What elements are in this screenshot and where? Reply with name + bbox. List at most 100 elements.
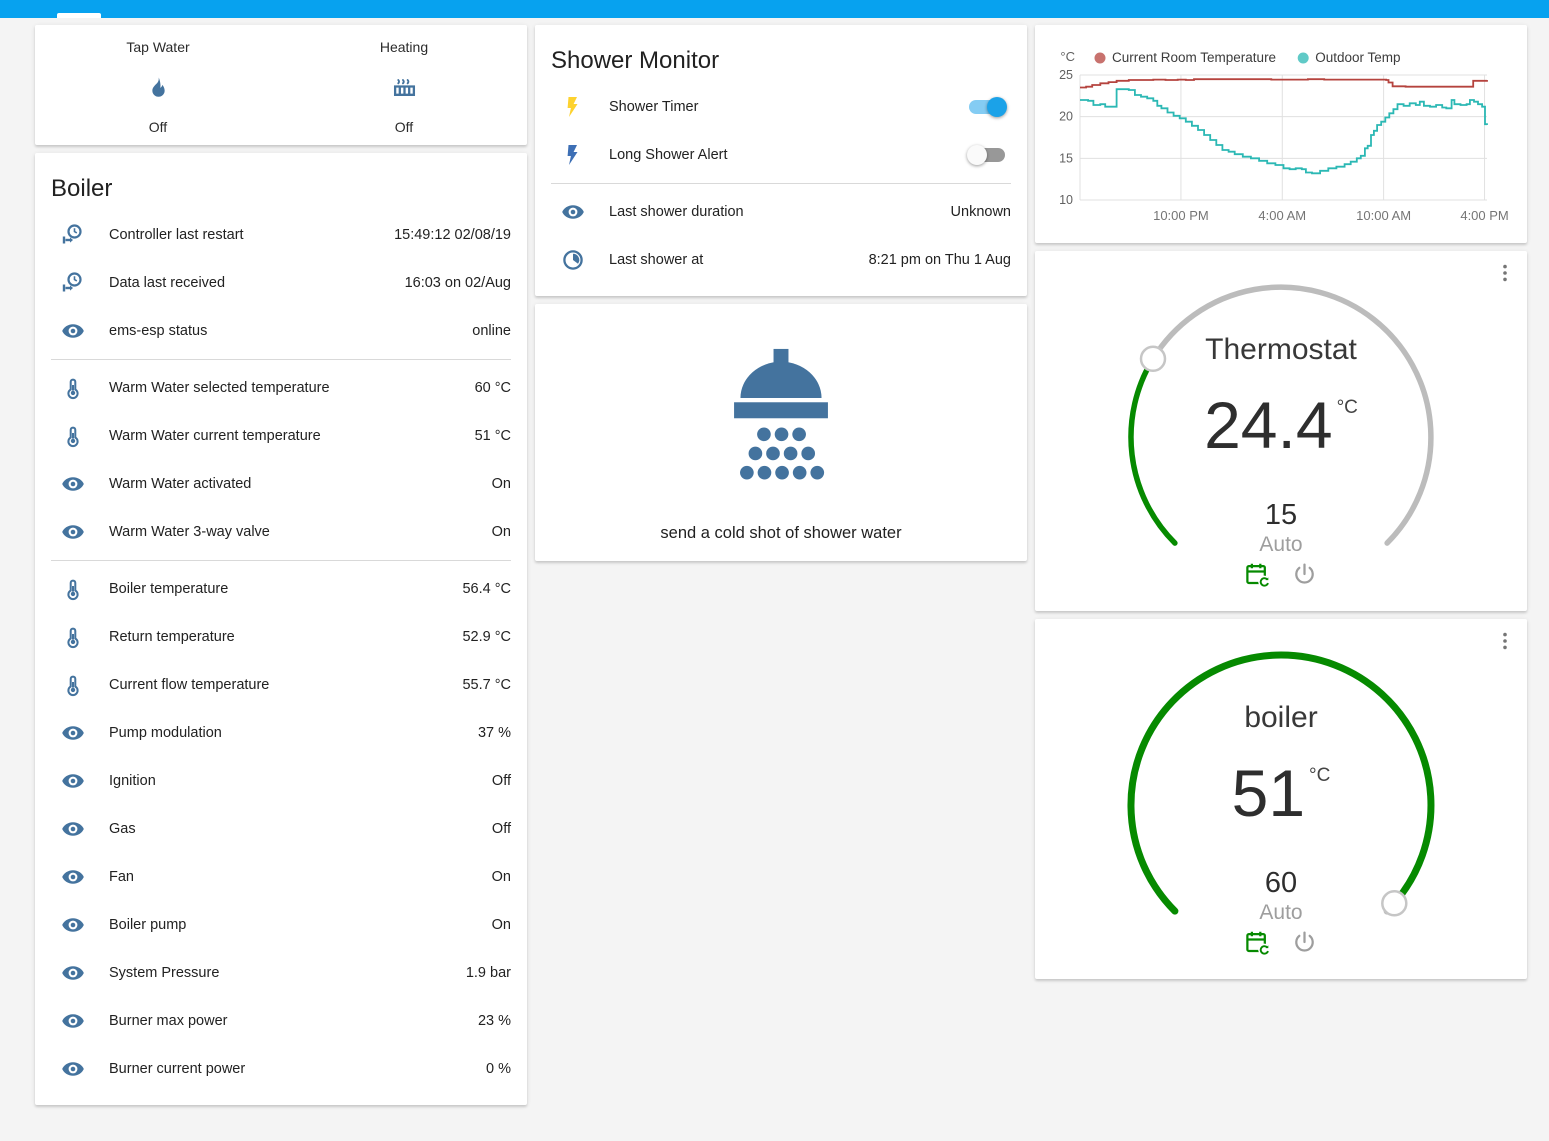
divider: [51, 560, 511, 561]
boiler-current-temp: 51: [1232, 751, 1305, 837]
flash-icon: [561, 143, 585, 167]
app-header-bar: [0, 0, 1549, 18]
toggle-knob[interactable]: [967, 145, 987, 165]
entity-value: 0 %: [486, 1061, 511, 1077]
entity-row-boiler-pump[interactable]: Boiler pumpOn: [51, 901, 511, 949]
entity-row-fan[interactable]: FanOn: [51, 853, 511, 901]
thermometer-icon: [61, 577, 85, 601]
shower-cold-shot-card[interactable]: send a cold shot of shower water: [535, 304, 1027, 561]
entity-label: Boiler pump: [109, 917, 492, 933]
power-icon[interactable]: [1291, 929, 1318, 956]
boiler-dial-card: boiler 51 °C 60 Auto: [1035, 619, 1527, 979]
entity-row-pump-modulation[interactable]: Pump modulation37 %: [51, 709, 511, 757]
power-icon[interactable]: [1291, 561, 1318, 588]
glance-item-tap-water[interactable]: Tap WaterOff: [35, 39, 281, 135]
legend-dot: [1095, 53, 1106, 64]
series-line-current-room-temperature: [1080, 79, 1487, 87]
toggle-knob[interactable]: [987, 97, 1007, 117]
active-view-tab[interactable]: [57, 13, 101, 18]
entity-row-shower-timer[interactable]: Shower Timer: [551, 83, 1011, 131]
thermostat-current-temp: 24.4: [1204, 383, 1332, 469]
entity-label: System Pressure: [109, 965, 466, 981]
boiler-card: Boiler Controller last restart15:49:12 0…: [35, 153, 527, 1105]
boiler-dial-title: boiler: [1121, 701, 1441, 735]
entity-row-last-shower-duration[interactable]: Last shower durationUnknown: [551, 188, 1011, 236]
entity-value: 55.7 °C: [462, 677, 511, 693]
entity-row-ems-esp-status[interactable]: ems-esp statusonline: [51, 307, 511, 355]
legend-dot: [1298, 53, 1309, 64]
y-tick-label: 10: [1059, 193, 1073, 207]
divider: [551, 183, 1011, 184]
eye-icon: [61, 865, 85, 889]
entity-row-warm-water-3-way-valve[interactable]: Warm Water 3-way valveOn: [51, 508, 511, 556]
glance-card: Tap WaterOff Heating Off: [35, 25, 527, 145]
y-tick-label: 20: [1059, 110, 1073, 124]
entity-label: Controller last restart: [109, 227, 394, 243]
entity-value: 16:03 on 02/Aug: [405, 275, 511, 291]
clock-start-icon: [61, 223, 85, 247]
entity-row-warm-water-selected-temperature[interactable]: Warm Water selected temperature60 °C: [51, 364, 511, 412]
entity-row-system-pressure[interactable]: System Pressure1.9 bar: [51, 949, 511, 997]
x-tick-label: 4:00 AM: [1258, 208, 1306, 223]
entity-row-burner-current-power[interactable]: Burner current power0 %: [51, 1045, 511, 1093]
entity-row-gas[interactable]: GasOff: [51, 805, 511, 853]
entity-row-last-shower-at[interactable]: Last shower at8:21 pm on Thu 1 Aug: [551, 236, 1011, 284]
more-options-icon[interactable]: [1493, 629, 1517, 653]
entity-label: Current flow temperature: [109, 677, 462, 693]
x-tick-label: 10:00 AM: [1356, 208, 1411, 223]
y-tick-label: 25: [1059, 68, 1073, 82]
divider: [51, 359, 511, 360]
glance-label: Tap Water: [126, 39, 189, 55]
calendar-sync-icon[interactable]: [1244, 929, 1271, 956]
boiler-target-temp: 60: [1121, 867, 1441, 900]
glance-item-heating[interactable]: Heating Off: [281, 39, 527, 135]
entity-label: Shower Timer: [609, 99, 969, 115]
radiator-icon: [392, 75, 417, 100]
entity-label: Data last received: [109, 275, 405, 291]
entity-label: Long Shower Alert: [609, 147, 969, 163]
entity-row-current-flow-temperature[interactable]: Current flow temperature55.7 °C: [51, 661, 511, 709]
x-tick-label: 10:00 PM: [1153, 208, 1209, 223]
entity-value: On: [492, 917, 511, 933]
legend-label: Outdoor Temp: [1315, 50, 1400, 65]
shower-action-label: send a cold shot of shower water: [660, 524, 901, 543]
entity-row-return-temperature[interactable]: Return temperature52.9 °C: [51, 613, 511, 661]
entity-value: 8:21 pm on Thu 1 Aug: [869, 252, 1011, 268]
entity-value: Off: [492, 773, 511, 789]
thermometer-icon: [61, 376, 85, 400]
thermometer-icon: [61, 625, 85, 649]
glance-label: Heating: [380, 39, 428, 55]
entity-row-long-shower-alert[interactable]: Long Shower Alert: [551, 131, 1011, 179]
shower-monitor-card: Shower Monitor Shower TimerLong Shower A…: [535, 25, 1027, 296]
entity-label: Ignition: [109, 773, 492, 789]
glance-state: Off: [395, 119, 413, 135]
entity-value: Off: [492, 821, 511, 837]
entity-row-warm-water-current-temperature[interactable]: Warm Water current temperature51 °C: [51, 412, 511, 460]
entity-label: Gas: [109, 821, 492, 837]
series-line-outdoor-temp: [1080, 89, 1487, 173]
toggle-long-shower-alert[interactable]: [969, 148, 1005, 162]
entity-value: 60 °C: [475, 380, 511, 396]
entity-label: Warm Water current temperature: [109, 428, 475, 444]
eye-icon: [61, 721, 85, 745]
y-axis-unit-label: °C: [1060, 49, 1075, 64]
eye-icon: [61, 472, 85, 496]
entity-row-controller-last-restart[interactable]: Controller last restart15:49:12 02/08/19: [51, 211, 511, 259]
entity-row-data-last-received[interactable]: Data last received16:03 on 02/Aug: [51, 259, 511, 307]
eye-icon: [61, 961, 85, 985]
entity-value: Unknown: [951, 204, 1011, 220]
calendar-sync-icon[interactable]: [1244, 561, 1271, 588]
entity-value: 15:49:12 02/08/19: [394, 227, 511, 243]
entity-row-burner-max-power[interactable]: Burner max power23 %: [51, 997, 511, 1045]
entity-row-warm-water-activated[interactable]: Warm Water activatedOn: [51, 460, 511, 508]
eye-icon: [61, 913, 85, 937]
toggle-shower-timer[interactable]: [969, 100, 1005, 114]
more-options-icon[interactable]: [1493, 261, 1517, 285]
flash-icon: [561, 95, 585, 119]
entity-row-boiler-temperature[interactable]: Boiler temperature56.4 °C: [51, 565, 511, 613]
eye-icon: [61, 817, 85, 841]
entity-value: 52.9 °C: [462, 629, 511, 645]
clock-start-icon: [61, 271, 85, 295]
entity-row-ignition[interactable]: IgnitionOff: [51, 757, 511, 805]
fire-icon: [146, 75, 171, 100]
